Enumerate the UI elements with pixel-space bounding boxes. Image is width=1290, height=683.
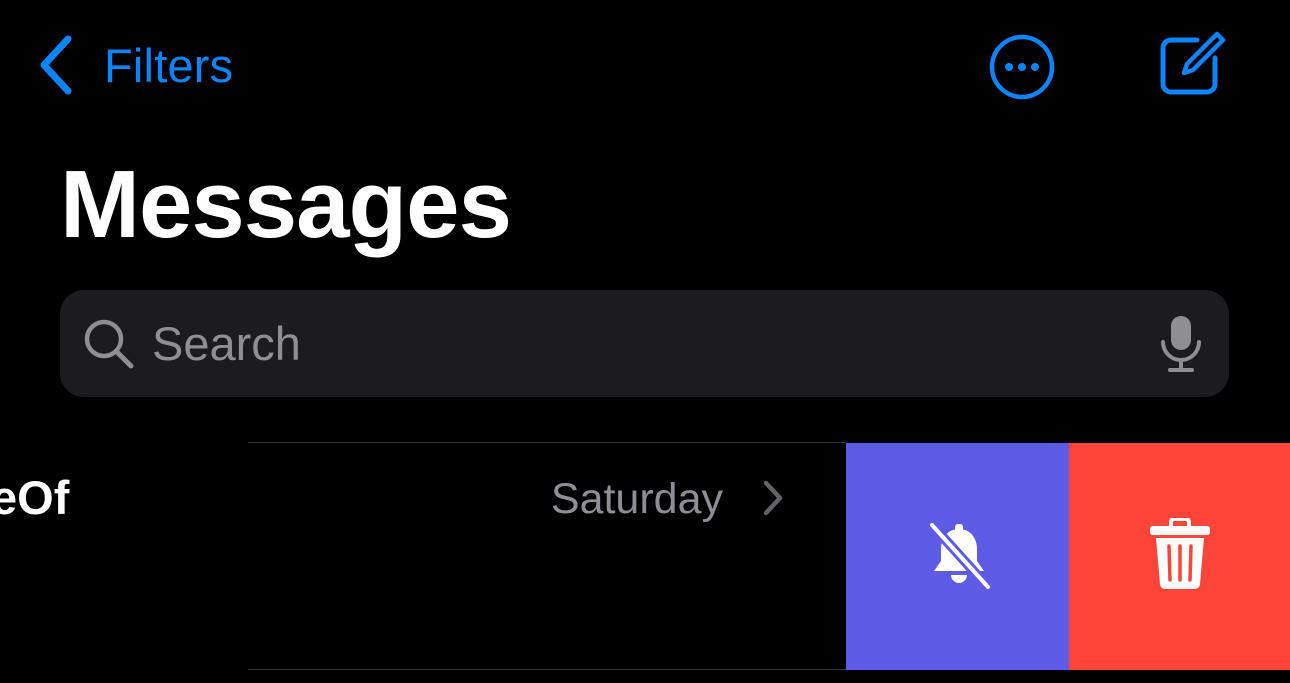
chevron-left-icon	[40, 35, 72, 95]
delete-button[interactable]	[1069, 443, 1290, 670]
contact-name: eOf	[0, 471, 70, 524]
ellipsis-circle-icon	[989, 34, 1055, 100]
row-separator	[248, 669, 846, 670]
mute-button[interactable]	[846, 443, 1069, 670]
page-title: Messages	[60, 151, 512, 258]
trash-icon	[1150, 518, 1210, 589]
mic-icon[interactable]	[1158, 314, 1204, 374]
square-and-pencil-icon	[1160, 31, 1226, 95]
back-button[interactable]: Filters	[36, 30, 233, 100]
magnifyingglass-icon	[84, 319, 134, 369]
message-date: Saturday	[550, 475, 723, 523]
chevron-right-icon	[763, 480, 783, 516]
search-bar[interactable]	[60, 290, 1229, 397]
conversation-row[interactable]: eOf Saturday	[0, 443, 846, 669]
compose-button[interactable]	[1157, 28, 1229, 100]
search-input[interactable]	[152, 290, 1132, 397]
bell-slash-icon	[927, 521, 992, 591]
back-button-label: Filters	[104, 38, 234, 92]
more-button[interactable]	[987, 32, 1057, 102]
